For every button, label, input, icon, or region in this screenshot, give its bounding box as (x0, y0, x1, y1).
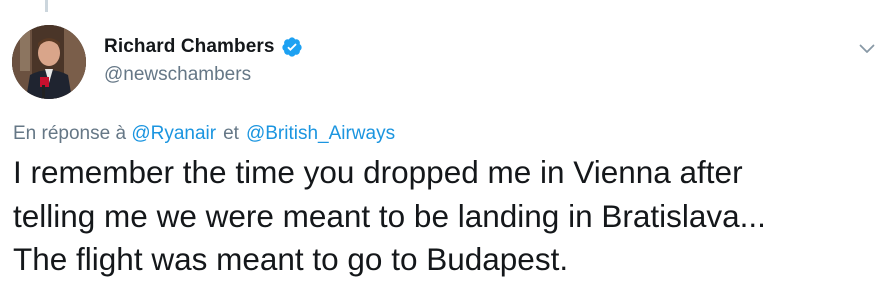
tweet-text-line: telling me we were meant to be landing i… (13, 197, 766, 234)
tweet-menu-button[interactable] (856, 38, 878, 60)
mention-link-ryanair[interactable]: @Ryanair (131, 123, 216, 144)
reply-prefix: En réponse à (13, 123, 127, 144)
tweet-text-line: The flight was meant to go to Budapest. (13, 241, 569, 277)
avatar[interactable] (12, 25, 86, 99)
display-name[interactable]: Richard Chambers (104, 36, 275, 58)
tweet-text: I remember the time you dropped me in Vi… (13, 151, 873, 282)
mention-link-british-airways[interactable]: @British_Airways (246, 123, 395, 144)
profile-photo-icon (12, 25, 86, 99)
tweet-text-line: I remember the time you dropped me in Vi… (13, 154, 743, 190)
reply-separator: et (223, 123, 239, 144)
verified-badge-icon (281, 36, 303, 58)
tweet[interactable]: Richard Chambers @newschambers En répons… (0, 0, 894, 293)
user-handle[interactable]: @newschambers (104, 64, 303, 86)
chevron-down-icon (859, 44, 875, 53)
author-block[interactable]: Richard Chambers @newschambers (104, 33, 303, 86)
reply-context: En réponse à @Ryanair et @British_Airways (13, 123, 395, 145)
thread-connector-line (45, 0, 48, 12)
